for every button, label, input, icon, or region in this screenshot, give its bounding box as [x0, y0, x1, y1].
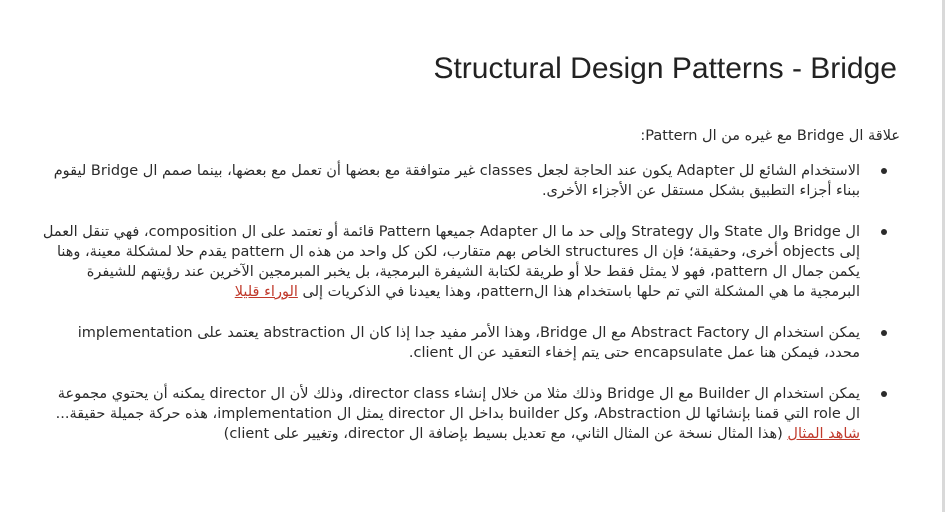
bullet-dot-icon [881, 391, 887, 397]
bullet-dot-icon [881, 330, 887, 336]
list-item: يمكن استخدام ال Abstract Factory مع ال B… [40, 323, 902, 363]
see-example-link[interactable]: شاهد المثال [787, 426, 860, 442]
list-item: ال Bridge وال State وال Strategy وإلى حد… [40, 222, 902, 302]
bullet-text: يمكن استخدام ال Builder مع ال Bridge وذل… [55, 386, 860, 422]
main-content: علاقة ال Bridge مع غيره من ال Pattern: ا… [40, 126, 902, 465]
bullet-list: الاستخدام الشائع لل Adapter يكون عند الح… [40, 161, 902, 444]
page-title: Structural Design Patterns - Bridge [433, 52, 897, 85]
bullet-text: ال Bridge وال State وال Strategy وإلى حد… [42, 224, 860, 300]
bullet-text: يمكن استخدام ال Abstract Factory مع ال B… [77, 325, 860, 361]
bullet-text-after: (هذا المثال نسخة عن المثال الثاني، مع تع… [223, 426, 788, 442]
list-item: يمكن استخدام ال Builder مع ال Bridge وذل… [40, 384, 902, 444]
bullet-dot-icon [881, 229, 887, 235]
back-in-time-link[interactable]: الوراء قليلا [235, 284, 298, 300]
bullet-dot-icon [881, 168, 887, 174]
bullet-text: الاستخدام الشائع لل Adapter يكون عند الح… [53, 163, 860, 199]
list-item: الاستخدام الشائع لل Adapter يكون عند الح… [40, 161, 902, 201]
intro-text: علاقة ال Bridge مع غيره من ال Pattern: [640, 128, 900, 144]
